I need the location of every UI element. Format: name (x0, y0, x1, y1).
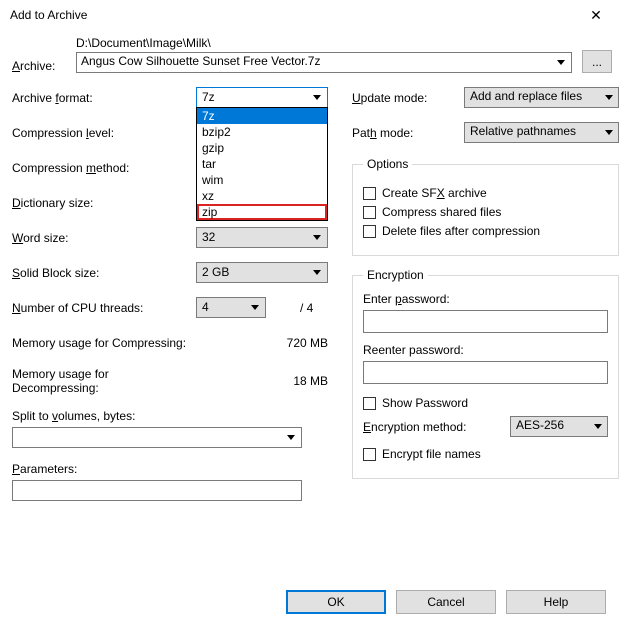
update-mode-combo[interactable]: Add and replace files (464, 87, 619, 108)
split-volumes-label: Split to volumes, bytes: (12, 409, 328, 423)
ok-button[interactable]: OK (286, 590, 386, 614)
parameters-input[interactable] (12, 480, 302, 501)
parameters-label: Parameters: (12, 462, 328, 476)
archive-path: D:\Document\Image\Milk\ (76, 36, 572, 50)
dictionary-size-label: Dictionary size: (12, 196, 196, 210)
sfx-label: Create SFX archive (382, 186, 487, 200)
format-option-7z[interactable]: 7z (197, 108, 327, 124)
close-icon[interactable]: ✕ (576, 7, 616, 24)
shared-checkbox[interactable] (363, 206, 376, 219)
dialog-buttons: OK Cancel Help (286, 590, 606, 614)
archive-filename-combo[interactable]: Angus Cow Silhouette Sunset Free Vector.… (76, 52, 572, 73)
cpu-threads-label: Number of CPU threads: (12, 301, 196, 315)
encryption-legend: Encryption (363, 268, 428, 282)
enter-password-input[interactable] (363, 310, 608, 333)
shared-label: Compress shared files (382, 205, 501, 219)
word-size-label: Word size: (12, 231, 196, 245)
options-legend: Options (363, 157, 412, 171)
titlebar: Add to Archive ✕ (0, 0, 624, 30)
browse-button[interactable]: ... (582, 50, 612, 73)
delete-label: Delete files after compression (382, 224, 540, 238)
compression-level-label: Compression level: (12, 126, 196, 140)
format-option-gzip[interactable]: gzip (197, 140, 327, 156)
format-option-bzip2[interactable]: bzip2 (197, 124, 327, 140)
mem-compress-value: 720 MB (196, 336, 328, 350)
cpu-threads-total: / 4 (300, 301, 313, 315)
enter-password-label: Enter password: (363, 292, 608, 306)
window-title: Add to Archive (10, 8, 576, 22)
show-password-checkbox[interactable] (363, 397, 376, 410)
archive-format-dropdown[interactable]: 7z bzip2 gzip tar wim xz zip (196, 107, 328, 221)
help-button[interactable]: Help (506, 590, 606, 614)
encryption-group: Encryption Enter password: Reenter passw… (352, 268, 619, 479)
encryption-method-label: Encryption method: (363, 420, 502, 434)
archive-filename: Angus Cow Silhouette Sunset Free Vector.… (81, 54, 320, 68)
word-size-combo[interactable]: 32 (196, 227, 328, 248)
solid-block-combo[interactable]: 2 GB (196, 262, 328, 283)
encryption-method-combo[interactable]: AES-256 (510, 416, 608, 437)
mem-decompress-value: 18 MB (196, 374, 328, 388)
format-option-zip[interactable]: zip (197, 204, 327, 220)
cpu-threads-combo[interactable]: 4 (196, 297, 266, 318)
solid-block-label: Solid Block size: (12, 266, 196, 280)
mem-compress-label: Memory usage for Compressing: (12, 336, 196, 350)
options-group: Options Create SFX archive Compress shar… (352, 157, 619, 256)
encrypt-names-checkbox[interactable] (363, 448, 376, 461)
delete-checkbox[interactable] (363, 225, 376, 238)
format-option-xz[interactable]: xz (197, 188, 327, 204)
mem-decompress-label: Memory usage for Decompressing: (12, 367, 196, 395)
path-mode-combo[interactable]: Relative pathnames (464, 122, 619, 143)
compression-method-label: Compression method: (12, 161, 196, 175)
cancel-button[interactable]: Cancel (396, 590, 496, 614)
sfx-checkbox[interactable] (363, 187, 376, 200)
split-volumes-combo[interactable] (12, 427, 302, 448)
show-password-label: Show Password (382, 396, 468, 410)
path-mode-label: Path mode: (352, 126, 464, 140)
update-mode-label: Update mode: (352, 91, 464, 105)
archive-label: Archive: (12, 59, 66, 73)
archive-format-label: Archive format: (12, 91, 196, 105)
encrypt-names-label: Encrypt file names (382, 447, 481, 461)
reenter-password-label: Reenter password: (363, 343, 608, 357)
format-option-wim[interactable]: wim (197, 172, 327, 188)
reenter-password-input[interactable] (363, 361, 608, 384)
archive-format-combo[interactable]: 7z (196, 87, 328, 108)
format-option-tar[interactable]: tar (197, 156, 327, 172)
